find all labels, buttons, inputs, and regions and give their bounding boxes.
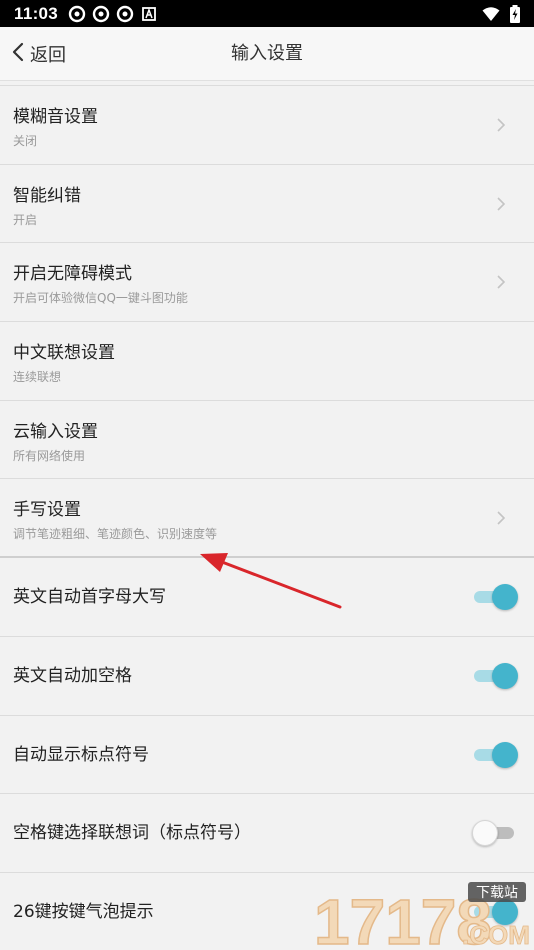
setting-title: 模糊音设置	[13, 107, 98, 127]
setting-title: 中文联想设置	[13, 343, 115, 364]
back-label: 返回	[30, 45, 66, 66]
setting-item-accessibility-mode[interactable]: 开启无障碍模式 开启可体验微信QQ一键斗图功能	[0, 243, 534, 323]
setting-title: 智能纠错	[13, 185, 81, 206]
page-title: 输入设置	[231, 43, 303, 64]
toggle-item-auto-capitalize: 英文自动首字母大写	[0, 558, 534, 637]
setting-item-fuzzy-pinyin[interactable]: 模糊音设置 关闭	[0, 86, 534, 165]
status-time: 11:03	[14, 3, 59, 23]
show-punctuation-switch[interactable]	[472, 741, 518, 768]
setting-title: 空格键选择联想词（标点符号）	[13, 823, 251, 844]
setting-item-chinese-prediction[interactable]: 中文联想设置 连续联想	[0, 322, 534, 401]
setting-value: 关闭	[13, 134, 38, 148]
auto-capitalize-switch[interactable]	[472, 584, 518, 611]
toggle-item-space-select-prediction: 空格键选择联想词（标点符号）	[0, 794, 534, 873]
chevron-left-icon	[12, 42, 24, 66]
setting-title: 自动显示标点符号	[13, 744, 149, 765]
setting-title: 26键按键气泡提示	[13, 901, 154, 922]
back-button[interactable]: 返回	[12, 27, 66, 81]
setting-title: 英文自动加空格	[13, 665, 132, 686]
app-notification-icon	[116, 5, 134, 23]
toggle-item-show-punctuation: 自动显示标点符号	[0, 715, 534, 795]
notification-icons	[68, 5, 158, 23]
key-bubble-switch[interactable]	[472, 898, 518, 925]
setting-value: 开启	[13, 212, 38, 227]
setting-value: 连续联想	[13, 370, 62, 385]
setting-value: 所有网络使用	[13, 448, 86, 463]
setting-title: 云输入设置	[13, 421, 98, 442]
toggle-item-key-bubble: 26键按键气泡提示	[0, 872, 534, 950]
chevron-right-icon	[497, 118, 506, 132]
setting-value: 调节笔迹粗细、笔迹颜色、识别速度等	[13, 527, 218, 542]
chevron-right-icon	[497, 275, 506, 289]
setting-title: 英文自动首字母大写	[13, 587, 166, 608]
chevron-right-icon	[497, 511, 506, 526]
app-notification-icon	[68, 5, 86, 23]
auto-space-switch[interactable]	[472, 662, 518, 689]
app-notification-icon	[92, 5, 110, 23]
setting-item-handwriting[interactable]: 手写设置 调节笔迹粗细、笔迹颜色、识别速度等	[0, 479, 534, 559]
wifi-icon	[482, 5, 500, 23]
setting-item-cloud-input[interactable]: 云输入设置 所有网络使用	[0, 400, 534, 480]
keyboard-app-icon	[140, 5, 158, 23]
setting-item-smart-correction[interactable]: 智能纠错 开启	[0, 164, 534, 244]
toggle-item-auto-space: 英文自动加空格	[0, 636, 534, 716]
setting-title: 开启无障碍模式	[13, 264, 132, 285]
setting-value: 开启可体验微信QQ一键斗图功能	[13, 291, 188, 306]
status-bar: 11:03	[0, 0, 534, 27]
status-right	[482, 4, 524, 23]
space-select-prediction-switch[interactable]	[472, 820, 518, 847]
battery-icon	[506, 4, 524, 23]
settings-list: 模糊音设置 关闭 智能纠错 开启 开启无障碍模式 开启可体验微信QQ一键斗图功能…	[0, 85, 534, 950]
chevron-right-icon	[497, 197, 506, 211]
title-bar: 返回 输入设置	[0, 27, 534, 81]
setting-title: 手写设置	[13, 500, 81, 521]
